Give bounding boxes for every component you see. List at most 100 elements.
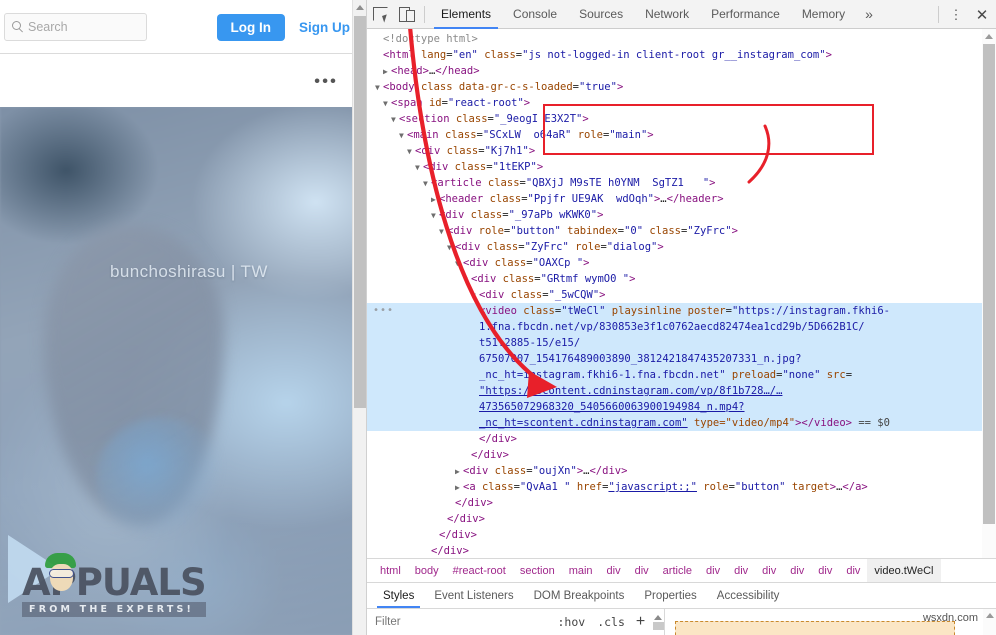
breadcrumb-item-div-5[interactable]: div (600, 559, 628, 582)
devtools-menu-kebab-icon[interactable]: ⋮ (944, 0, 968, 29)
breadcrumb-item-div-11[interactable]: div (783, 559, 811, 582)
breadcrumb-item-body-1[interactable]: body (408, 559, 446, 582)
dom-tree-row-video-selected[interactable]: _nc_ht=instagram.fkhi6-1.fna.fbcdn.net" … (367, 367, 996, 383)
dom-tree-row[interactable]: ▶ <head>…</head> (367, 63, 996, 79)
dom-tree-row[interactable]: ▼ <div class="1tEKP"> (367, 159, 996, 175)
styles-filter-input[interactable] (375, 616, 552, 628)
breadcrumb-item-div-13[interactable]: div (839, 559, 867, 582)
computed-stepper[interactable] (652, 612, 664, 632)
tab-dom-breakpoints[interactable]: DOM Breakpoints (524, 583, 635, 608)
tab-accessibility[interactable]: Accessibility (707, 583, 790, 608)
dom-tree-row-video-selected[interactable]: ••• <video class="tWeCl" playsinline post… (367, 303, 996, 319)
dom-tree-row[interactable]: ▼ <span id="react-root"> (367, 95, 996, 111)
dom-tree-row[interactable]: ▼ <div class="_97aPb wKWK0"> (367, 207, 996, 223)
dom-tree-row[interactable]: ▼ <div class="GRtmf wymO0 "> (367, 271, 996, 287)
tab-memory[interactable]: Memory (791, 0, 856, 29)
dom-tree-row-video-selected[interactable]: t51.2885-15/e15/ (367, 335, 996, 351)
hov-toggle[interactable]: :hov (551, 615, 591, 629)
dom-tree-panel[interactable]: <!doctype html> <html lang="en" class="js… (367, 29, 996, 558)
disclosure-triangle-icon[interactable]: ▶ (431, 192, 439, 208)
cls-toggle[interactable]: .cls (591, 615, 631, 629)
disclosure-triangle-icon[interactable]: ▼ (463, 272, 471, 288)
disclosure-triangle-icon[interactable]: ▼ (415, 160, 423, 176)
breadcrumb-item-html-0[interactable]: html (373, 559, 408, 582)
disclosure-triangle-icon[interactable]: ▼ (423, 176, 431, 192)
tab-performance[interactable]: Performance (700, 0, 791, 29)
dom-tree-row[interactable]: <html lang="en" class="js not-logged-in … (367, 47, 996, 63)
dom-tree-row[interactable]: </div> (367, 447, 996, 463)
dom-tree-row[interactable]: ▼ <article class="QBXjJ M9sTE h0YNM SgTZ1… (367, 175, 996, 191)
breadcrumb-item-main-4[interactable]: main (562, 559, 600, 582)
disclosure-triangle-icon[interactable]: ▼ (431, 208, 439, 224)
disclosure-triangle-icon[interactable]: ▼ (407, 144, 415, 160)
dom-tree-row[interactable]: ▼ <body class data-gr-c-s-loaded="true"> (367, 79, 996, 95)
tab-console[interactable]: Console (502, 0, 568, 29)
dom-tree-row[interactable]: ▼ <section class="_9eogI E3X2T"> (367, 111, 996, 127)
disclosure-triangle-icon[interactable]: ▼ (375, 80, 383, 96)
dom-scroll-up-arrow-icon[interactable] (982, 29, 995, 43)
dom-tree-row-video-selected[interactable]: "https://scontent.cdninstagram.com/vp/8f… (367, 383, 996, 399)
breadcrumb-item-react-root-2[interactable]: #react-root (446, 559, 513, 582)
dom-tree-row[interactable]: ▼ <div class="_5wCQW"> (367, 287, 996, 303)
dom-tree-row[interactable]: </div> (367, 511, 996, 527)
breadcrumb-item-article-7[interactable]: article (656, 559, 699, 582)
dom-tree-row[interactable]: </div> (367, 527, 996, 543)
dom-tree-row[interactable]: ▼ <main class="SCxLW o64aR" role="main"> (367, 127, 996, 143)
dom-tree-scrollbar[interactable] (982, 29, 996, 558)
dom-tree-row[interactable]: </div> (367, 495, 996, 511)
dom-tree-row[interactable]: ▶ <a class="QvAa1 " href="javascript:;" r… (367, 479, 996, 495)
dom-tree-row[interactable]: ▼ <div class="ZyFrc" role="dialog"> (367, 239, 996, 255)
styles-scroll-up-arrow-icon[interactable] (983, 609, 996, 621)
close-icon[interactable]: ✕ (968, 0, 996, 29)
tab-network[interactable]: Network (634, 0, 700, 29)
disclosure-triangle-icon[interactable]: ▼ (471, 288, 479, 304)
tab-event-listeners[interactable]: Event Listeners (424, 583, 523, 608)
breadcrumb-item-section-3[interactable]: section (513, 559, 562, 582)
tab-styles[interactable]: Styles (373, 583, 424, 608)
scroll-up-arrow-icon[interactable] (353, 0, 366, 15)
tab-properties[interactable]: Properties (634, 583, 706, 608)
dom-tree-row-video-selected[interactable]: 1.fna.fbcdn.net/vp/830853e3f1c0762aecd82… (367, 319, 996, 335)
dom-tree-row[interactable]: ▶ <div class="oujXn">…</div> (367, 463, 996, 479)
dom-tree-row[interactable]: </div> (367, 543, 996, 558)
disclosure-triangle-icon[interactable]: ▼ (439, 224, 447, 240)
breadcrumb-item-div-12[interactable]: div (811, 559, 839, 582)
instagram-scrollbar[interactable] (352, 0, 366, 635)
post-video[interactable]: bunchoshirasu | TW APPUALS FROM THE EXPE… (0, 107, 366, 635)
dom-tree-row[interactable]: ▼ <div class="OAXCp "> (367, 255, 996, 271)
dom-scrollbar-thumb[interactable] (983, 44, 995, 524)
tab-elements[interactable]: Elements (430, 0, 502, 29)
dom-tree-row[interactable]: ▼ <div class="Kj7h1"> (367, 143, 996, 159)
disclosure-triangle-icon[interactable]: ▶ (455, 480, 463, 496)
dom-tree-row[interactable]: ▼ <div role="button" tabindex="0" class="… (367, 223, 996, 239)
dom-tree-row[interactable]: </div> (367, 431, 996, 447)
log-in-button[interactable]: Log In (216, 13, 285, 41)
new-style-rule-button[interactable]: + (631, 614, 650, 630)
disclosure-triangle-icon[interactable]: ▼ (455, 256, 463, 272)
breadcrumb-item-div-10[interactable]: div (755, 559, 783, 582)
disclosure-triangle-icon[interactable]: ▶ (383, 64, 391, 80)
dom-tree-row-video-selected[interactable]: 67507007_154176489003890_381242184743520… (367, 351, 996, 367)
dom-tree-row-video-selected[interactable]: _nc_ht=scontent.cdninstagram.com" type="… (367, 415, 996, 431)
inspect-element-button[interactable] (367, 1, 393, 27)
more-tabs-chevron-icon[interactable]: » (856, 0, 882, 29)
disclosure-triangle-icon[interactable]: ▼ (383, 96, 391, 112)
disclosure-triangle-icon[interactable]: ▼ (399, 128, 407, 144)
tab-sources[interactable]: Sources (568, 0, 634, 29)
styles-pane-scrollbar[interactable] (983, 609, 996, 635)
dom-tree-row-video-selected[interactable]: 473565072968320_5405660063900194984_n.mp… (367, 399, 996, 415)
dom-tree[interactable]: <!doctype html> <html lang="en" class="js… (367, 29, 996, 558)
search-input[interactable]: Search (4, 12, 147, 41)
dom-tree-row[interactable]: ▶ <header class="Ppjfr UE9AK wdOqh">…</he… (367, 191, 996, 207)
breadcrumb-item-videotwecl-14[interactable]: video.tWeCl (867, 559, 941, 582)
sign-up-link[interactable]: Sign Up (299, 20, 350, 35)
breadcrumb-item-div-9[interactable]: div (727, 559, 755, 582)
breadcrumb-item-div-6[interactable]: div (628, 559, 656, 582)
disclosure-triangle-icon[interactable]: ▼ (447, 240, 455, 256)
post-options-button[interactable]: ••• (314, 72, 338, 89)
dom-tree-row[interactable]: <!doctype html> (367, 31, 996, 47)
device-toolbar-button[interactable] (393, 1, 419, 27)
dom-row-ellipsis[interactable]: ••• (373, 303, 394, 319)
scrollbar-thumb[interactable] (354, 16, 366, 408)
breadcrumb-item-div-8[interactable]: div (699, 559, 727, 582)
